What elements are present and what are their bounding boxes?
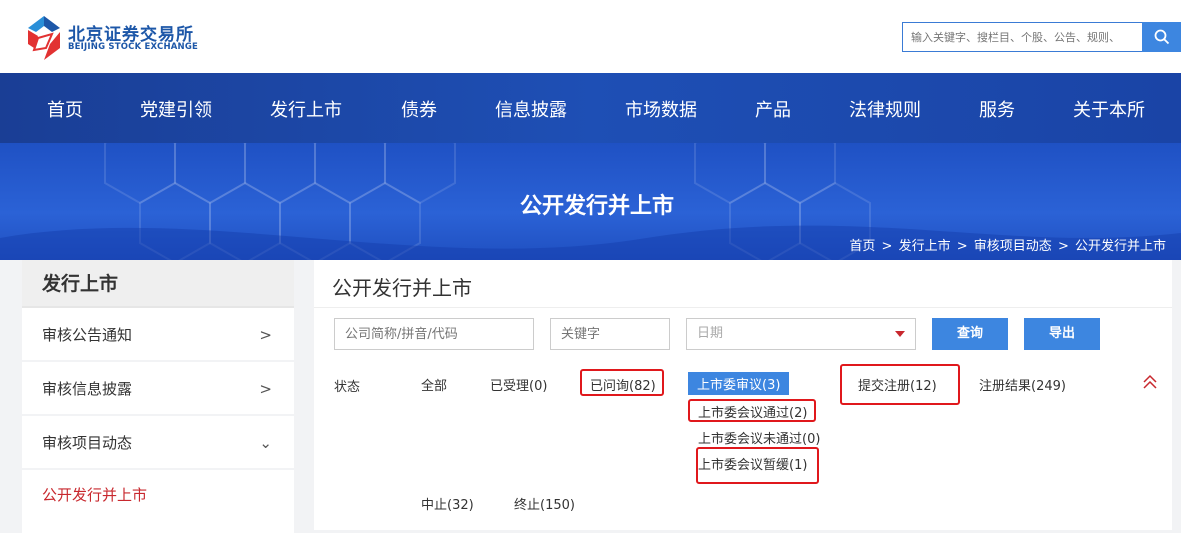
collapse-up-icon[interactable] xyxy=(1142,374,1158,390)
date-select[interactable]: 日期 xyxy=(686,318,916,350)
sidebar-item-review-projects[interactable]: 审核项目动态 ⌄ xyxy=(22,416,294,470)
divider xyxy=(314,307,1172,308)
highlight-box xyxy=(580,369,664,396)
status-all[interactable]: 全部 xyxy=(421,375,447,394)
bse-logo[interactable]: 北京证券交易所 BEIJING STOCK EXCHANGE xyxy=(24,14,224,64)
main-panel: 公开发行并上市 日期 查询 导出 状态 全部 已受理(0) 已问询(82) 上市… xyxy=(314,260,1172,530)
nav-item-market-data[interactable]: 市场数据 xyxy=(625,96,697,122)
caret-down-icon xyxy=(895,331,905,337)
status-suspended[interactable]: 中止(32) xyxy=(421,494,474,513)
search-button[interactable] xyxy=(1142,22,1181,52)
nav-item-services[interactable]: 服务 xyxy=(979,96,1015,122)
breadcrumb-separator: > xyxy=(881,239,893,254)
sidebar: 发行上市 审核公告通知 > 审核信息披露 > 审核项目动态 ⌄ 公开发行并上市 xyxy=(22,260,294,533)
date-placeholder: 日期 xyxy=(697,326,724,341)
nav-item-party[interactable]: 党建引领 xyxy=(140,96,212,122)
sidebar-subitem-public-offering[interactable]: 公开发行并上市 xyxy=(22,470,294,520)
sidebar-item-label: 审核公告通知 xyxy=(42,326,133,344)
substatus-committee-not-passed[interactable]: 上市委会议未通过(0) xyxy=(698,428,820,447)
sidebar-item-label: 审核项目动态 xyxy=(42,434,133,452)
keyword-input[interactable] xyxy=(550,318,670,350)
nav-item-disclosure[interactable]: 信息披露 xyxy=(495,96,567,122)
export-button[interactable]: 导出 xyxy=(1024,318,1100,350)
breadcrumb-current: 公开发行并上市 xyxy=(1074,239,1166,254)
main-nav: 首页 党建引领 发行上市 债券 信息披露 市场数据 产品 法律规则 服务 关于本… xyxy=(0,73,1181,143)
highlight-box xyxy=(696,447,819,484)
page-banner: 公开发行并上市 首页 > 发行上市 > 审核项目动态 > 公开发行并上市 xyxy=(0,143,1181,260)
chevron-right-icon: > xyxy=(259,326,272,344)
status-terminated[interactable]: 终止(150) xyxy=(514,494,575,513)
nav-item-listing[interactable]: 发行上市 xyxy=(270,96,342,122)
banner-title: 公开发行并上市 xyxy=(519,194,674,219)
site-header: 北京证券交易所 BEIJING STOCK EXCHANGE xyxy=(0,0,1181,73)
breadcrumb-home[interactable]: 首页 xyxy=(849,239,875,254)
nav-item-rules[interactable]: 法律规则 xyxy=(849,96,921,122)
company-search-input[interactable] xyxy=(334,318,534,350)
page-title: 公开发行并上市 xyxy=(332,276,472,300)
nav-item-products[interactable]: 产品 xyxy=(755,96,791,122)
status-accepted[interactable]: 已受理(0) xyxy=(490,375,547,394)
breadcrumb-review-projects[interactable]: 审核项目动态 xyxy=(974,239,1052,254)
status-label: 状态 xyxy=(334,380,361,395)
nav-item-about[interactable]: 关于本所 xyxy=(1073,96,1145,122)
search-icon xyxy=(1154,29,1169,45)
breadcrumb-listing[interactable]: 发行上市 xyxy=(899,239,951,254)
breadcrumb: 首页 > 发行上市 > 审核项目动态 > 公开发行并上市 xyxy=(848,235,1167,254)
sidebar-item-review-disclosure[interactable]: 审核信息披露 > xyxy=(22,362,294,416)
sidebar-item-label: 审核信息披露 xyxy=(42,380,133,398)
breadcrumb-separator: > xyxy=(1057,239,1069,254)
search-input[interactable] xyxy=(902,22,1142,52)
chevron-right-icon: > xyxy=(259,380,272,398)
nav-item-bonds[interactable]: 债券 xyxy=(401,96,437,122)
bse-logo-icon xyxy=(28,16,60,60)
highlight-box xyxy=(688,399,816,422)
query-button[interactable]: 查询 xyxy=(932,318,1008,350)
status-registration-result[interactable]: 注册结果(249) xyxy=(979,375,1066,394)
chevron-down-icon: ⌄ xyxy=(259,434,272,452)
logo-english-text: BEIJING STOCK EXCHANGE xyxy=(68,42,199,52)
nav-item-home[interactable]: 首页 xyxy=(47,96,83,122)
sidebar-item-review-notices[interactable]: 审核公告通知 > xyxy=(22,308,294,362)
status-committee-review[interactable]: 上市委审议(3) xyxy=(688,372,790,395)
breadcrumb-separator: > xyxy=(956,239,968,254)
highlight-box xyxy=(840,364,960,405)
sidebar-title: 发行上市 xyxy=(22,260,294,308)
